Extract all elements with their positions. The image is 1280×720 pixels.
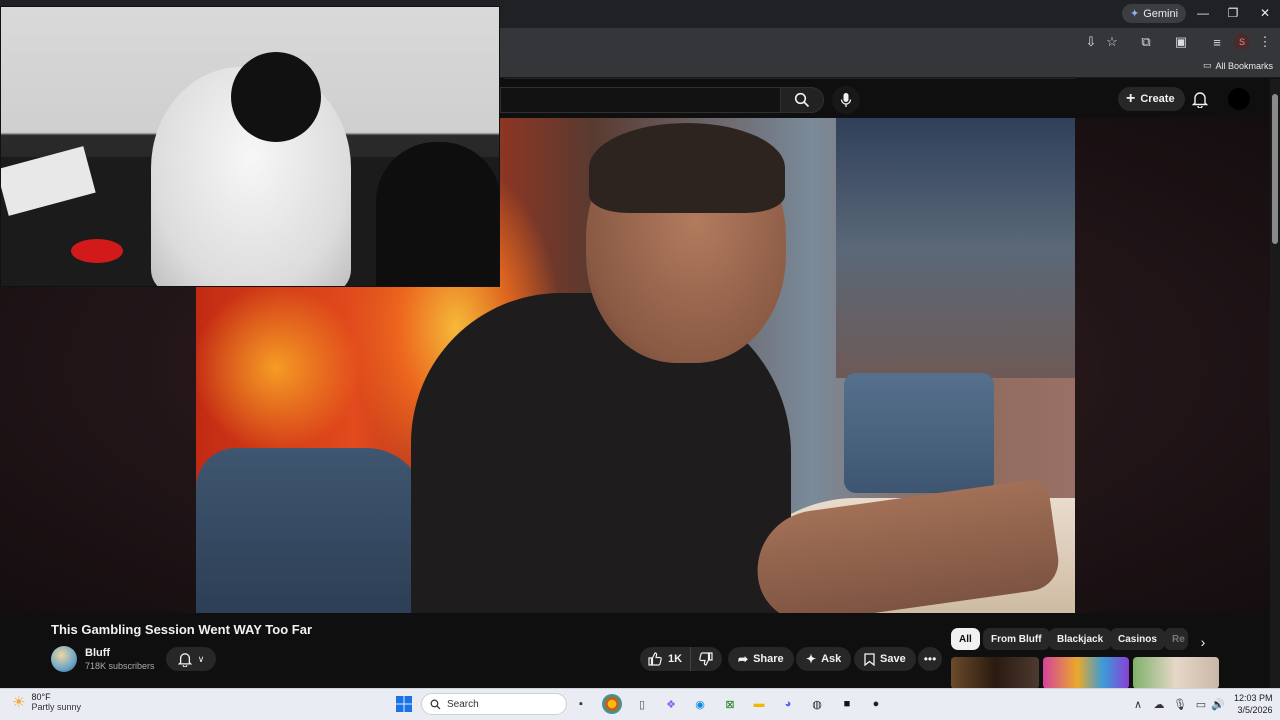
video-title: This Gambling Session Went WAY Too Far (51, 622, 313, 637)
clock-date: 3/5/2026 (1237, 705, 1273, 715)
thumbs-up-icon (648, 652, 662, 666)
all-bookmarks-label: All Bookmarks (1215, 60, 1274, 71)
recommended-thumbnail[interactable] (951, 657, 1039, 689)
discord-icon[interactable]: ◕ (778, 694, 798, 714)
recommended-thumbnail[interactable] (1133, 657, 1219, 689)
clock-time: 12:03 PM (1234, 693, 1273, 703)
chevron-up-icon[interactable]: ∧ (1130, 694, 1146, 714)
tab-search-icon[interactable]: ▣ (1170, 31, 1192, 53)
create-label: Create (1140, 93, 1175, 105)
share-icon: ➦ (738, 652, 749, 666)
background-chair (844, 373, 994, 493)
like-button[interactable]: 1K (640, 647, 692, 671)
task-view-icon[interactable]: ▪ (571, 694, 591, 714)
bookmark-star-icon[interactable]: ☆ (1101, 31, 1123, 53)
webcam-chair (376, 142, 499, 286)
xbox-icon[interactable]: ⊠ (720, 694, 740, 714)
chrome-menu-icon[interactable]: ⋮ (1254, 31, 1276, 53)
folder-icon: ▭ (1203, 60, 1212, 70)
microphone-icon (840, 93, 852, 107)
subscription-bell-button[interactable]: ∨ (166, 647, 216, 671)
all-bookmarks-button[interactable]: ▭ All Bookmarks (1203, 60, 1273, 71)
thumbs-down-icon (699, 652, 713, 666)
ask-label: Ask (821, 653, 842, 665)
chip-all[interactable]: All (951, 628, 980, 650)
epic-games-icon[interactable]: ■ (837, 694, 857, 714)
recommended-thumbnail[interactable] (1043, 657, 1129, 689)
create-button[interactable]: + Create (1118, 87, 1185, 111)
page-scrollbar-thumb[interactable] (1272, 94, 1278, 244)
chip-blackjack[interactable]: Blackjack (1049, 628, 1112, 650)
webcam-helmet (231, 52, 321, 142)
close-window-button[interactable]: ✕ (1250, 3, 1280, 23)
subscriber-count: 718K subscribers (85, 661, 155, 671)
chevron-right-icon[interactable]: › (1193, 632, 1213, 652)
weather-description: Partly sunny (31, 702, 81, 712)
more-horizontal-icon: ••• (923, 652, 937, 666)
chevron-down-icon: ∨ (197, 653, 205, 664)
save-label: Save (880, 653, 906, 665)
taskbar-clock[interactable]: 12:03 PM 3/5/2026 (1234, 692, 1273, 716)
person-hair (589, 123, 785, 213)
notifications-button[interactable] (1189, 88, 1211, 110)
volume-icon[interactable]: 🔊 (1210, 694, 1226, 714)
media-control-icon[interactable]: ≡ (1206, 31, 1228, 53)
share-button[interactable]: ➦ Share (728, 647, 794, 671)
weather-widget[interactable]: ☀ 80°F Partly sunny (12, 692, 81, 712)
bookmark-icon (864, 652, 875, 666)
file-explorer-icon[interactable]: ▬ (749, 694, 769, 714)
casino-background (836, 118, 1075, 378)
bell-icon (177, 652, 192, 667)
taskbar-search-placeholder: Search (447, 698, 479, 710)
windows-start-icon[interactable] (394, 694, 414, 714)
search-button[interactable] (780, 87, 824, 113)
extensions-icon[interactable]: ⧉ (1135, 31, 1157, 53)
weather-temperature: 80°F (31, 692, 51, 702)
chip-from-bluff[interactable]: From Bluff (983, 628, 1050, 650)
chip-casinos[interactable]: Casinos (1110, 628, 1165, 650)
profile-avatar[interactable]: S (1234, 34, 1250, 50)
plus-icon: + (1126, 90, 1136, 107)
search-icon (430, 699, 441, 709)
channel-name[interactable]: Bluff (85, 647, 110, 659)
chip-truncated[interactable]: Re (1164, 628, 1188, 650)
copilot-icon[interactable]: ❖ (661, 694, 681, 714)
gemini-label: Gemini (1143, 7, 1179, 20)
onedrive-icon[interactable]: ☁ (1151, 694, 1167, 714)
voice-search-button[interactable] (832, 86, 860, 114)
ask-button[interactable]: ✦ Ask (796, 647, 852, 671)
share-label: Share (753, 653, 784, 665)
like-count: 1K (668, 653, 683, 665)
partly-sunny-icon: ☀ (12, 694, 26, 711)
microphone-icon[interactable]: 🎙 (1172, 694, 1188, 714)
webcam-mouse (71, 239, 123, 263)
gemini-icon: ✦ (1130, 8, 1140, 20)
bell-icon (1192, 91, 1208, 108)
save-button[interactable]: Save (854, 647, 916, 671)
minimize-button[interactable]: — (1188, 3, 1218, 23)
file-icon[interactable]: ▯ (632, 694, 652, 714)
channel-avatar[interactable] (51, 646, 77, 672)
search-icon (794, 92, 810, 108)
taskbar-search[interactable]: Search (421, 693, 567, 715)
more-actions-button[interactable]: ••• (918, 647, 942, 671)
dislike-button[interactable] (691, 647, 721, 671)
account-avatar[interactable] (1228, 88, 1250, 110)
chrome-taskbar-icon[interactable] (602, 694, 622, 714)
gemini-button[interactable]: ✦ Gemini (1122, 4, 1187, 23)
webcam-overlay (0, 6, 500, 287)
like-dislike-group: 1K (640, 647, 722, 671)
app-icon[interactable]: ● (866, 694, 886, 714)
edge-icon[interactable]: ◉ (690, 694, 710, 714)
install-app-icon[interactable]: ⇩ (1080, 31, 1102, 53)
sparkle-icon: ✦ (806, 652, 817, 666)
restore-button[interactable]: ❐ (1218, 3, 1248, 23)
foreground-chair (196, 448, 426, 613)
network-icon[interactable]: ▭ (1193, 694, 1209, 714)
steam-icon[interactable]: ◍ (807, 694, 827, 714)
search-input[interactable] (500, 87, 780, 113)
